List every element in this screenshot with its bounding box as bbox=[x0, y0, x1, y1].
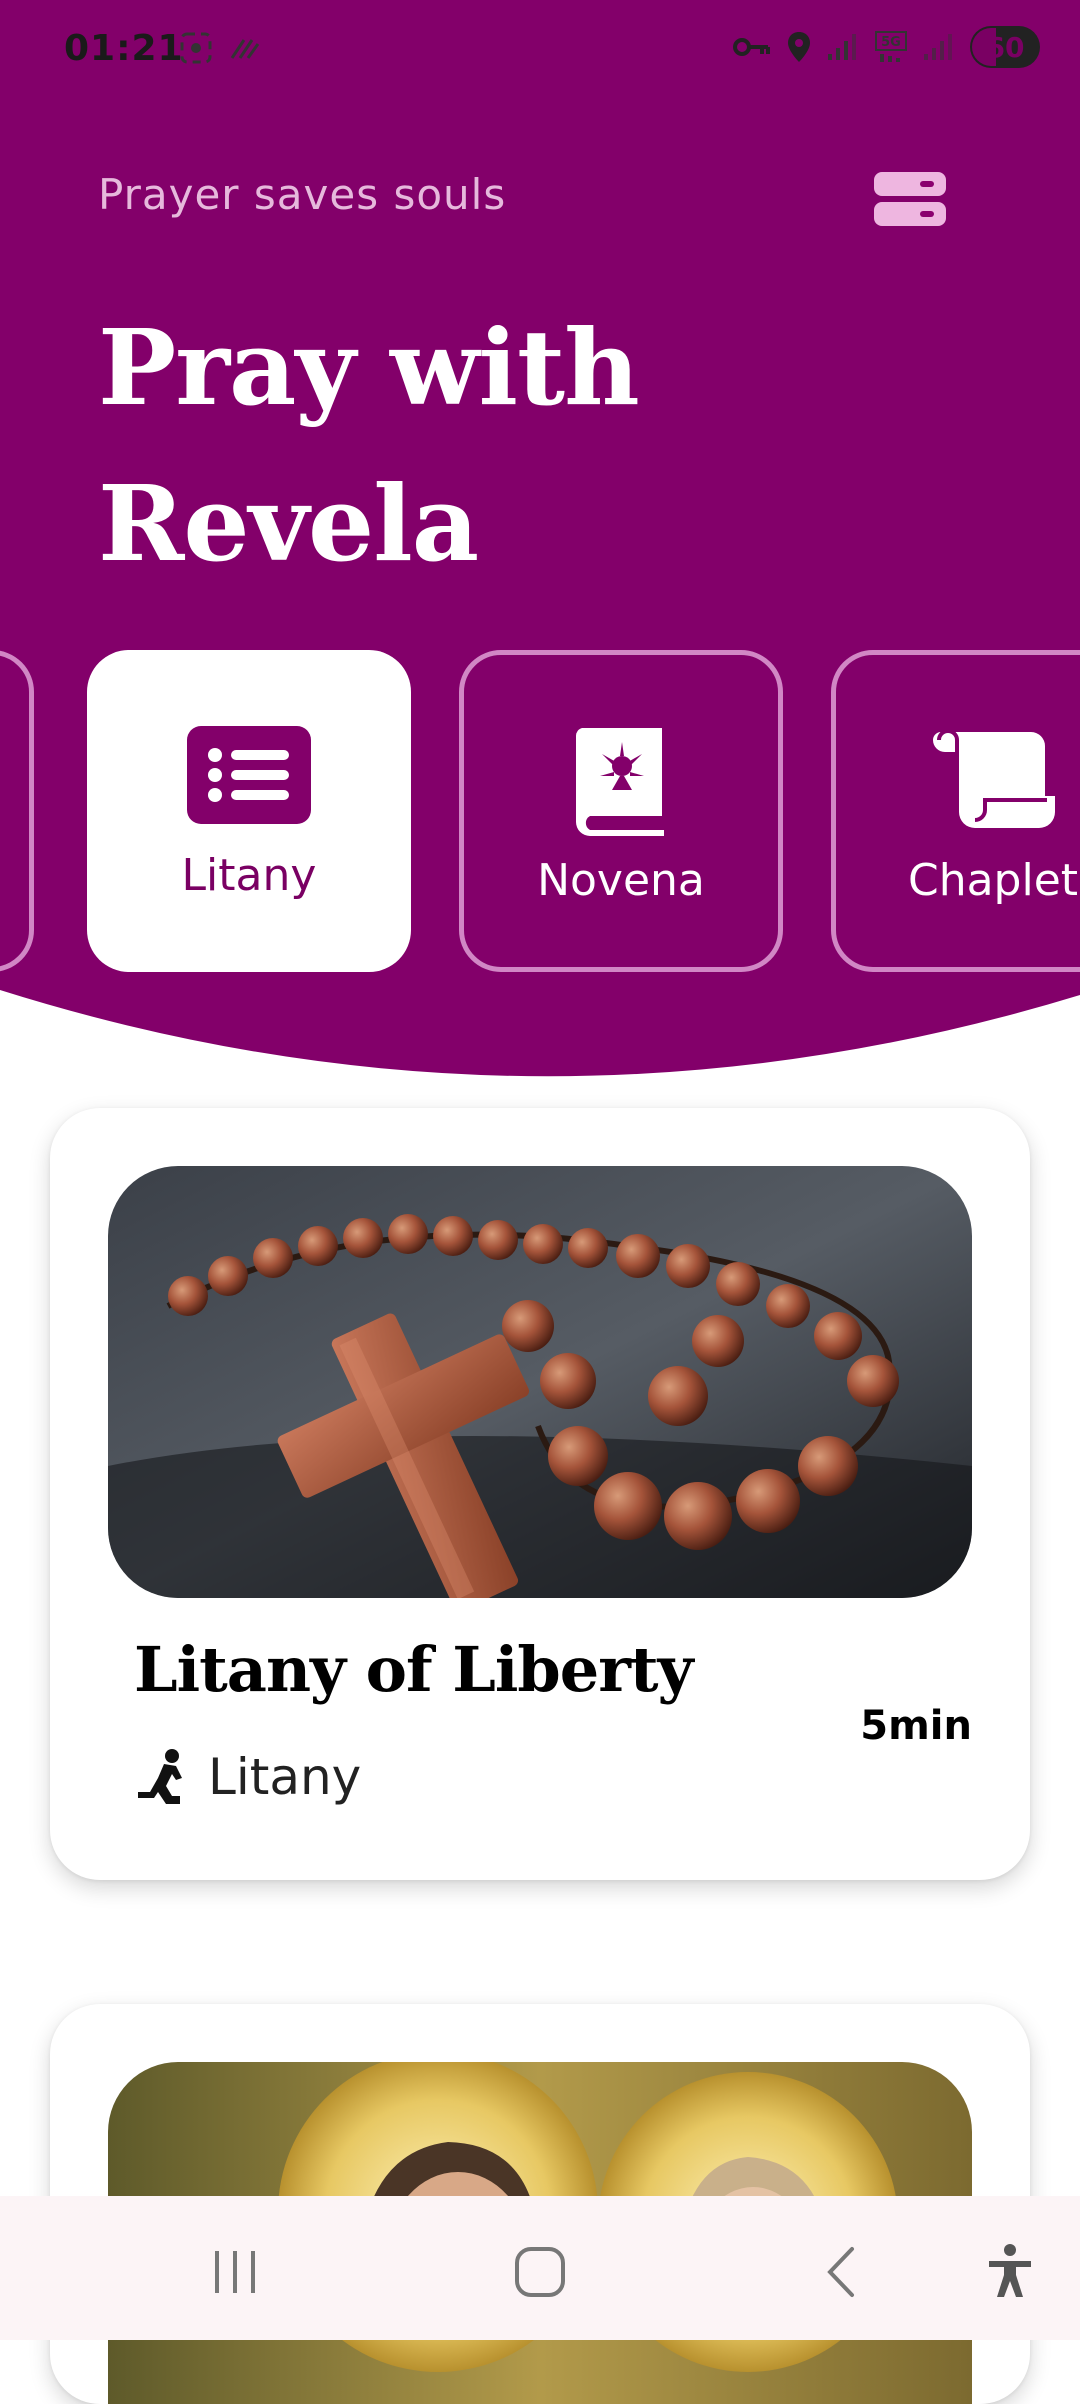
recent-apps-icon bbox=[215, 2251, 255, 2293]
card-type: Litany bbox=[136, 1748, 361, 1806]
data-saver-icon bbox=[230, 39, 260, 59]
back-button[interactable] bbox=[800, 2232, 880, 2312]
scroll-icon bbox=[933, 730, 1055, 828]
category-label: Novena bbox=[537, 855, 705, 906]
menu-button[interactable] bbox=[870, 168, 950, 230]
category-strip[interactable]: Litany Novena Chaplet bbox=[0, 650, 1080, 975]
battery-indicator: 60 bbox=[970, 26, 1040, 68]
signal-icon bbox=[828, 34, 856, 60]
signal-icon bbox=[924, 34, 952, 60]
category-label: Litany bbox=[181, 850, 317, 901]
recent-apps-button[interactable] bbox=[196, 2232, 276, 2312]
category-tile-litany[interactable]: Litany bbox=[87, 650, 411, 972]
system-nav-bar bbox=[0, 2196, 1080, 2340]
card-duration: 5min bbox=[860, 1703, 972, 1749]
header: 01:21 5G 60 Prayer saves souls Pray with… bbox=[0, 0, 1080, 1080]
rosary-with-wooden-cross-image bbox=[108, 1166, 972, 1598]
status-bar: 01:21 5G 60 bbox=[0, 0, 1080, 100]
page-title: Pray with Revela bbox=[98, 306, 640, 585]
status-time: 01:21 bbox=[64, 28, 184, 69]
home-button[interactable] bbox=[500, 2232, 580, 2312]
back-icon bbox=[827, 2247, 854, 2297]
status-left-icons bbox=[178, 30, 262, 66]
category-tile-novena[interactable]: Novena bbox=[459, 650, 783, 972]
card-type-label: Litany bbox=[208, 1748, 362, 1806]
book-icon bbox=[575, 728, 664, 836]
category-tile-chaplet[interactable]: Chaplet bbox=[831, 650, 1080, 972]
vpn-key-icon bbox=[733, 38, 770, 56]
card-title: Litany of Liberty bbox=[134, 1633, 694, 1706]
header-subtitle: Prayer saves souls bbox=[98, 170, 507, 219]
kneeling-person-icon bbox=[138, 1749, 182, 1804]
menu-icon bbox=[874, 172, 946, 196]
screenshot-icon bbox=[180, 32, 212, 64]
home-icon bbox=[515, 2247, 565, 2297]
list-icon bbox=[187, 726, 311, 824]
prayer-card[interactable]: Litany of Liberty 5min Litany bbox=[50, 1108, 1030, 1880]
status-right-icons: 5G 60 bbox=[732, 26, 1040, 68]
accessibility-icon bbox=[989, 2244, 1031, 2297]
location-icon bbox=[788, 32, 810, 62]
category-label: Chaplet bbox=[907, 855, 1079, 906]
svg-text:5G: 5G bbox=[881, 35, 901, 50]
battery-level: 60 bbox=[985, 30, 1025, 64]
accessibility-button[interactable] bbox=[970, 2232, 1050, 2312]
5g-icon: 5G bbox=[875, 31, 907, 62]
category-tile-partial[interactable] bbox=[0, 650, 34, 972]
